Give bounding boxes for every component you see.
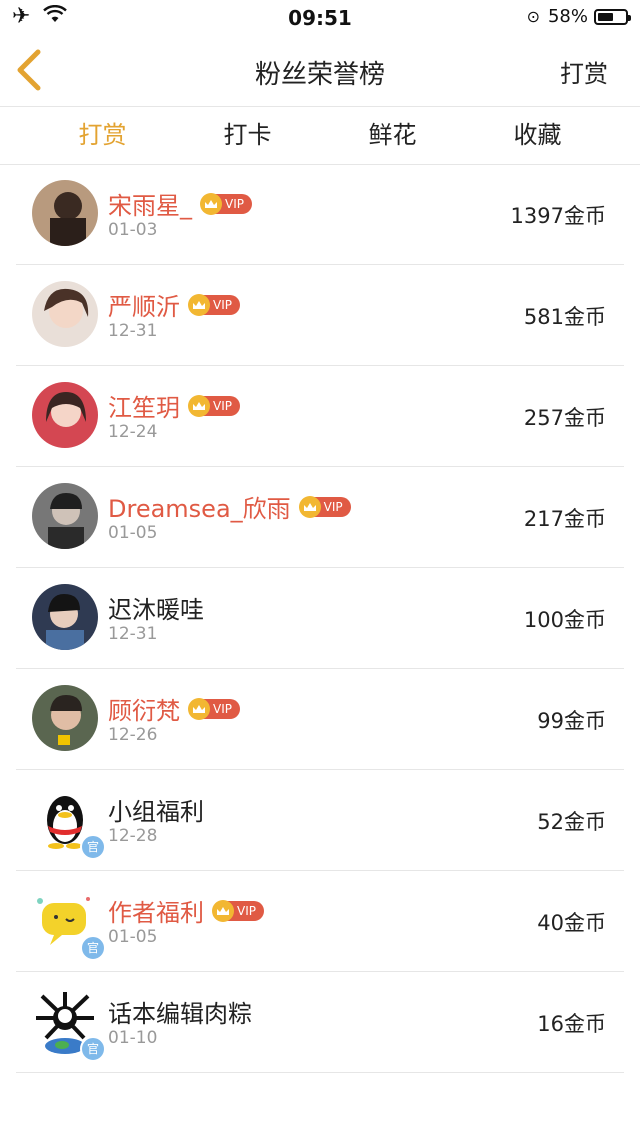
reward-date: 12-26 <box>108 725 158 745</box>
avatar[interactable] <box>32 281 98 347</box>
reward-date: 12-31 <box>108 321 158 341</box>
battery-icon <box>594 8 631 25</box>
vip-badge: VIP <box>188 293 240 316</box>
vip-label: VIP <box>323 499 343 514</box>
battery-fill <box>598 12 613 21</box>
name-line: 江笙玥 VIP <box>108 388 240 423</box>
reward-date: 12-31 <box>108 624 158 644</box>
tab-bar: 打赏 打卡 鲜花 收藏 <box>0 106 640 165</box>
crown-icon <box>188 394 210 417</box>
crown-icon <box>188 293 210 316</box>
name-line: 作者福利 VIP <box>108 893 264 928</box>
status-right: ⊙ 58% <box>526 6 631 27</box>
avatar[interactable] <box>32 483 98 549</box>
list-item[interactable]: 迟沐暖哇 12-31 100金币 <box>16 568 624 669</box>
list-item[interactable]: Dreamsea_欣雨 VIP 01-05 217金币 <box>16 467 624 568</box>
tab-reward[interactable]: 打赏 <box>30 106 175 164</box>
tab-flowers[interactable]: 鲜花 <box>320 106 465 164</box>
coin-amount: 581金币 <box>523 305 606 329</box>
coin-amount: 52金币 <box>537 810 606 834</box>
tab-favorites[interactable]: 收藏 <box>465 106 610 164</box>
name-line: 话本编辑肉粽 <box>108 994 252 1029</box>
rotation-lock-icon: ⊙ <box>526 7 540 26</box>
coin-amount: 257金币 <box>523 406 606 430</box>
reward-date: 01-10 <box>108 1028 158 1048</box>
crown-icon <box>212 899 234 922</box>
avatar[interactable] <box>32 584 98 650</box>
reward-date: 01-05 <box>108 523 158 543</box>
reward-button[interactable]: 打赏 <box>560 54 608 89</box>
official-badge-icon: 官 <box>80 1036 106 1062</box>
fan-list: 宋雨星_ VIP 01-03 1397金币严顺沂 VIP 12-31 581金币江笙玥 VIP… <box>16 164 624 1073</box>
user-name[interactable]: 作者福利 <box>108 893 204 928</box>
vip-badge: VIP <box>212 899 264 922</box>
name-line: Dreamsea_欣雨 VIP <box>108 489 351 524</box>
name-line: 严顺沂 VIP <box>108 287 240 322</box>
page-title: 粉丝荣誉榜 <box>254 60 385 90</box>
name-line: 迟沐暖哇 <box>108 590 204 625</box>
vip-label: VIP <box>237 903 256 918</box>
name-line: 顾衍梵 VIP <box>108 691 240 726</box>
user-name[interactable]: 江笙玥 <box>108 388 180 423</box>
list-item[interactable]: 江笙玥 VIP 12-24 257金币 <box>16 366 624 467</box>
user-name[interactable]: 严顺沂 <box>108 287 180 322</box>
status-bar: ✈ 09:51 ⊙ 58% <box>0 0 640 34</box>
coin-amount: 1397金币 <box>510 204 606 228</box>
user-name[interactable]: Dreamsea_欣雨 <box>108 489 291 524</box>
vip-badge: VIP <box>188 697 240 720</box>
coin-amount: 40金币 <box>537 911 606 935</box>
user-name[interactable]: 小组福利 <box>108 792 204 827</box>
list-item[interactable]: 严顺沂 VIP 12-31 581金币 <box>16 265 624 366</box>
avatar[interactable] <box>32 685 98 751</box>
vip-label: VIP <box>225 196 244 211</box>
vip-label: VIP <box>213 398 232 413</box>
coin-amount: 99金币 <box>537 709 606 733</box>
vip-badge: VIP <box>298 495 351 518</box>
reward-date: 12-28 <box>108 826 158 846</box>
list-item[interactable]: 官话本编辑肉粽 01-10 16金币 <box>16 972 624 1073</box>
list-item[interactable]: 官小组福利 12-28 52金币 <box>16 770 624 871</box>
user-name[interactable]: 迟沐暖哇 <box>108 590 204 625</box>
user-name[interactable]: 宋雨星_ <box>108 186 192 221</box>
list-item[interactable]: 顾衍梵 VIP 12-26 99金币 <box>16 669 624 770</box>
battery-percent: 58% <box>547 6 588 27</box>
user-name[interactable]: 话本编辑肉粽 <box>108 994 252 1029</box>
coin-amount: 217金币 <box>523 507 606 531</box>
reward-date: 01-05 <box>108 927 158 947</box>
crown-icon <box>298 495 321 518</box>
list-item[interactable]: 官作者福利 VIP 01-05 40金币 <box>16 871 624 972</box>
tab-checkin[interactable]: 打卡 <box>175 106 320 164</box>
name-line: 宋雨星_ VIP <box>108 186 252 221</box>
list-item[interactable]: 宋雨星_ VIP 01-03 1397金币 <box>16 164 624 265</box>
coin-amount: 16金币 <box>537 1012 606 1036</box>
crown-icon <box>188 697 210 720</box>
crown-icon <box>200 192 222 215</box>
avatar[interactable] <box>32 382 98 448</box>
nav-bar: 粉丝荣誉榜 打赏 <box>0 34 640 107</box>
reward-date: 12-24 <box>108 422 158 442</box>
vip-badge: VIP <box>200 192 252 215</box>
coin-amount: 100金币 <box>523 608 606 632</box>
user-name[interactable]: 顾衍梵 <box>108 691 180 726</box>
reward-date: 01-03 <box>108 220 158 240</box>
avatar[interactable] <box>32 180 98 246</box>
official-badge-icon: 官 <box>80 935 106 961</box>
vip-label: VIP <box>213 297 232 312</box>
vip-label: VIP <box>213 701 232 716</box>
vip-badge: VIP <box>188 394 240 417</box>
official-badge-icon: 官 <box>80 834 106 860</box>
name-line: 小组福利 <box>108 792 204 827</box>
